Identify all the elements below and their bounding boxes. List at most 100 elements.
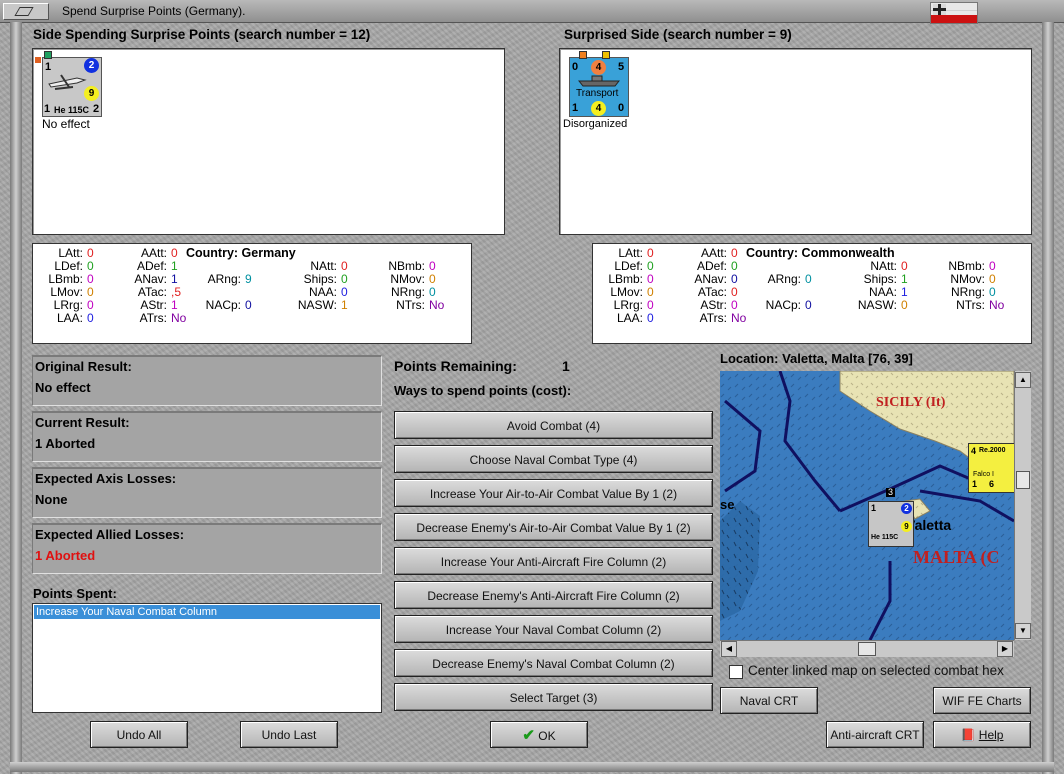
- increase-naval-combat-column-button[interactable]: Increase Your Naval Combat Column (2): [394, 615, 713, 643]
- stat-value: 0: [989, 272, 996, 286]
- help-book-icon: 📕: [960, 727, 976, 742]
- stat-value: 9: [245, 272, 252, 286]
- original-result-label: Original Result:: [35, 359, 132, 374]
- he115c-unit-counter[interactable]: 1 2 9 1 He 115C 2: [35, 51, 102, 117]
- stat-label: LAA:: [56, 311, 83, 325]
- map-unit-value: 9: [901, 521, 912, 532]
- unit-top-left-value: 0: [572, 61, 579, 73]
- map-terrain: [720, 371, 1014, 640]
- scroll-up-icon[interactable]: ▲: [1015, 372, 1031, 388]
- increase-anti-aircraft-button[interactable]: Increase Your Anti-Aircraft Fire Column …: [394, 547, 713, 575]
- stat-value: 1: [171, 272, 178, 286]
- stat-value: 0: [731, 246, 738, 260]
- current-result-label: Current Result:: [35, 415, 130, 430]
- stat-value: 0: [87, 285, 94, 299]
- unit-marker-icon: [602, 51, 610, 59]
- unit-status: No effect: [42, 117, 90, 131]
- stat-label: ATrs:: [699, 311, 727, 325]
- vertical-scroll-thumb[interactable]: [1016, 471, 1030, 489]
- stat-label: NASW:: [297, 298, 337, 312]
- germany-flag-icon: [930, 2, 978, 24]
- stat-value: 0: [805, 272, 812, 286]
- decrease-enemy-anti-aircraft-button[interactable]: Decrease Enemy's Anti-Aircraft Fire Colu…: [394, 581, 713, 609]
- stat-atrs: ATrs: No: [687, 311, 747, 325]
- commonwealth-unit-stats-panel: Country: Commonwealth LAtt: 0 LDef: 0 LBmb: 0…: [592, 243, 1032, 344]
- stat-value: 0: [647, 285, 654, 299]
- sicily-label: SICILY (It): [876, 395, 946, 410]
- stat-value: 0: [87, 259, 94, 273]
- stat-value: 0: [341, 272, 348, 286]
- stat-value: 0: [647, 272, 654, 286]
- help-button[interactable]: 📕 Help: [933, 721, 1031, 748]
- stat-value: 0: [731, 298, 738, 312]
- stat-value: 0: [731, 272, 738, 286]
- points-remaining-value: 1: [562, 358, 570, 374]
- unit-top-right-value: 5: [618, 61, 625, 73]
- map-unit-value: 4: [971, 446, 977, 456]
- checkmark-icon: ✔: [522, 726, 535, 744]
- scroll-right-icon[interactable]: ▶: [997, 641, 1013, 657]
- unit-marker-icon: [44, 51, 52, 59]
- map-he115c-counter[interactable]: 2 9 1 He 115C: [868, 501, 914, 547]
- unit-bottom-center-value: 4: [591, 101, 606, 116]
- stat-value: 0: [989, 259, 996, 273]
- points-spent-item[interactable]: Increase Your Naval Combat Column: [34, 605, 380, 619]
- stat-nasw: NASW: 1: [291, 299, 348, 312]
- scroll-down-icon[interactable]: ▼: [1015, 623, 1031, 639]
- linked-map-view[interactable]: SICILY (It) se Valetta MALTA (C 3 2 9 1 …: [720, 371, 1014, 640]
- stat-value: No: [429, 298, 445, 312]
- stat-value: 0: [87, 246, 94, 260]
- undo-all-button[interactable]: Undo All: [90, 721, 188, 748]
- choose-naval-combat-type-button[interactable]: Choose Naval Combat Type (4): [394, 445, 713, 473]
- stat-arng: ARng: 0: [765, 273, 812, 286]
- avoid-combat-button[interactable]: Avoid Combat (4): [394, 411, 713, 439]
- unit-bottom-right-value: 0: [618, 102, 625, 114]
- stat-label: NASW:: [857, 298, 897, 312]
- stat-value: 0: [901, 298, 908, 312]
- map-horizontal-scrollbar[interactable]: ◀ ▶: [720, 640, 1014, 657]
- original-result-panel: Original Result: No effect: [32, 355, 382, 406]
- wif-fe-charts-button[interactable]: WIF FE Charts: [933, 687, 1031, 714]
- unit-name: He 115C: [54, 105, 90, 115]
- center-map-checkbox-label: Center linked map on selected combat hex: [748, 663, 1004, 678]
- unit-bottom-left-value: 1: [44, 103, 51, 115]
- anti-aircraft-crt-button[interactable]: Anti-aircraft CRT: [826, 721, 924, 748]
- stat-value: 0: [901, 259, 908, 273]
- ok-button[interactable]: ✔ OK: [490, 721, 588, 748]
- map-unit-name: He 115C: [871, 534, 899, 541]
- transport-unit-counter[interactable]: 0 4 5 Transport 1 4 0: [569, 51, 629, 117]
- italian-unit-counter[interactable]: 4 Re.2000 Falco I 1 6: [968, 443, 1014, 493]
- increase-air-to-air-button[interactable]: Increase Your Air-to-Air Combat Value By…: [394, 479, 713, 507]
- points-spent-label: Points Spent:: [33, 586, 117, 601]
- map-unit-value: 6: [989, 479, 995, 489]
- spending-side-heading: Side Spending Surprise Points (search nu…: [33, 27, 371, 42]
- stat-nacp: NACp: 0: [765, 299, 812, 312]
- select-target-button[interactable]: Select Target (3): [394, 683, 713, 711]
- stat-label: NTrs:: [956, 298, 985, 312]
- horizontal-scroll-thumb[interactable]: [858, 642, 876, 656]
- stat-value: 0: [429, 259, 436, 273]
- window-frame-right: [1042, 22, 1054, 774]
- naval-crt-button[interactable]: Naval CRT: [720, 687, 818, 714]
- unit-name: Transport: [576, 88, 619, 99]
- stat-value: 0: [647, 298, 654, 312]
- map-unit-name: Falco I: [973, 471, 995, 478]
- unit-marker-icon: [579, 51, 587, 59]
- decrease-enemy-naval-combat-column-button[interactable]: Decrease Enemy's Naval Combat Column (2): [394, 649, 713, 677]
- window-title: Spend Surprise Points (Germany).: [62, 4, 246, 18]
- center-map-checkbox[interactable]: [729, 665, 743, 679]
- undo-last-button[interactable]: Undo Last: [240, 721, 338, 748]
- system-menu-button[interactable]: [3, 3, 49, 20]
- surprised-side-units-panel: 0 4 5 Transport 1 4 0 Disorganized: [559, 48, 1032, 235]
- location-label: Location: Valetta, Malta [76, 39]: [720, 351, 913, 366]
- map-vertical-scrollbar[interactable]: ▲ ▼: [1014, 371, 1031, 640]
- stat-value: 0: [245, 298, 252, 312]
- unit-bottom-right-value: 2: [93, 103, 100, 115]
- stat-value: 1: [901, 272, 908, 286]
- stat-label: NACp:: [205, 298, 241, 312]
- points-spent-list[interactable]: Increase Your Naval Combat Column: [32, 603, 382, 713]
- scroll-left-icon[interactable]: ◀: [721, 641, 737, 657]
- decrease-enemy-air-to-air-button[interactable]: Decrease Enemy's Air-to-Air Combat Value…: [394, 513, 713, 541]
- map-unit-value: 2: [901, 503, 912, 514]
- stat-value: 0: [805, 298, 812, 312]
